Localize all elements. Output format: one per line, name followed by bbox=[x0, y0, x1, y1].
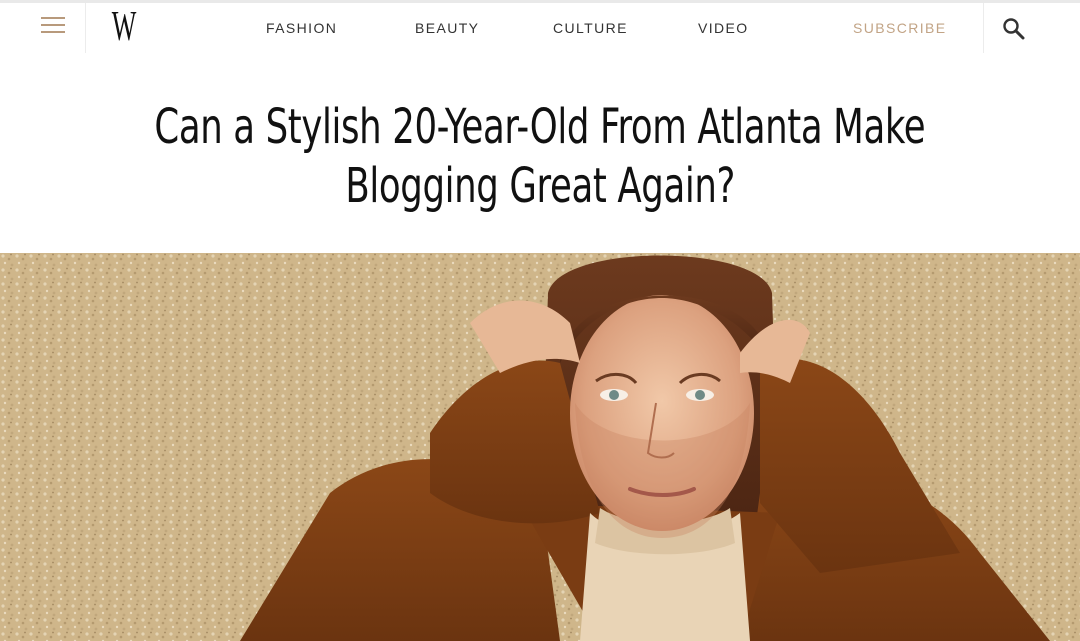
menu-line bbox=[41, 17, 65, 19]
w-logo[interactable]: W bbox=[112, 4, 137, 50]
menu-line bbox=[41, 24, 65, 26]
article-headline: Can a Stylish 20-Year-Old From Atlanta M… bbox=[0, 98, 1080, 216]
hero-image bbox=[0, 253, 1080, 641]
nav-fashion[interactable]: FASHION bbox=[266, 18, 337, 38]
search-icon[interactable] bbox=[1000, 15, 1028, 43]
headline-line-1: Can a Stylish 20-Year-Old From Atlanta M… bbox=[154, 99, 926, 155]
nav-culture[interactable]: CULTURE bbox=[553, 18, 628, 38]
subscribe-link[interactable]: SUBSCRIBE bbox=[853, 18, 947, 38]
hero-photo-illustration bbox=[0, 253, 1080, 641]
nav-video[interactable]: VIDEO bbox=[698, 18, 749, 38]
menu-line bbox=[41, 31, 65, 33]
site-header: W FASHION BEAUTY CULTURE VIDEO SUBSCRIBE bbox=[0, 3, 1080, 53]
header-divider bbox=[85, 3, 86, 53]
nav-beauty[interactable]: BEAUTY bbox=[415, 18, 479, 38]
header-divider bbox=[983, 3, 984, 53]
headline-line-2: Blogging Great Again? bbox=[345, 158, 735, 214]
hamburger-menu-icon[interactable] bbox=[38, 15, 68, 37]
